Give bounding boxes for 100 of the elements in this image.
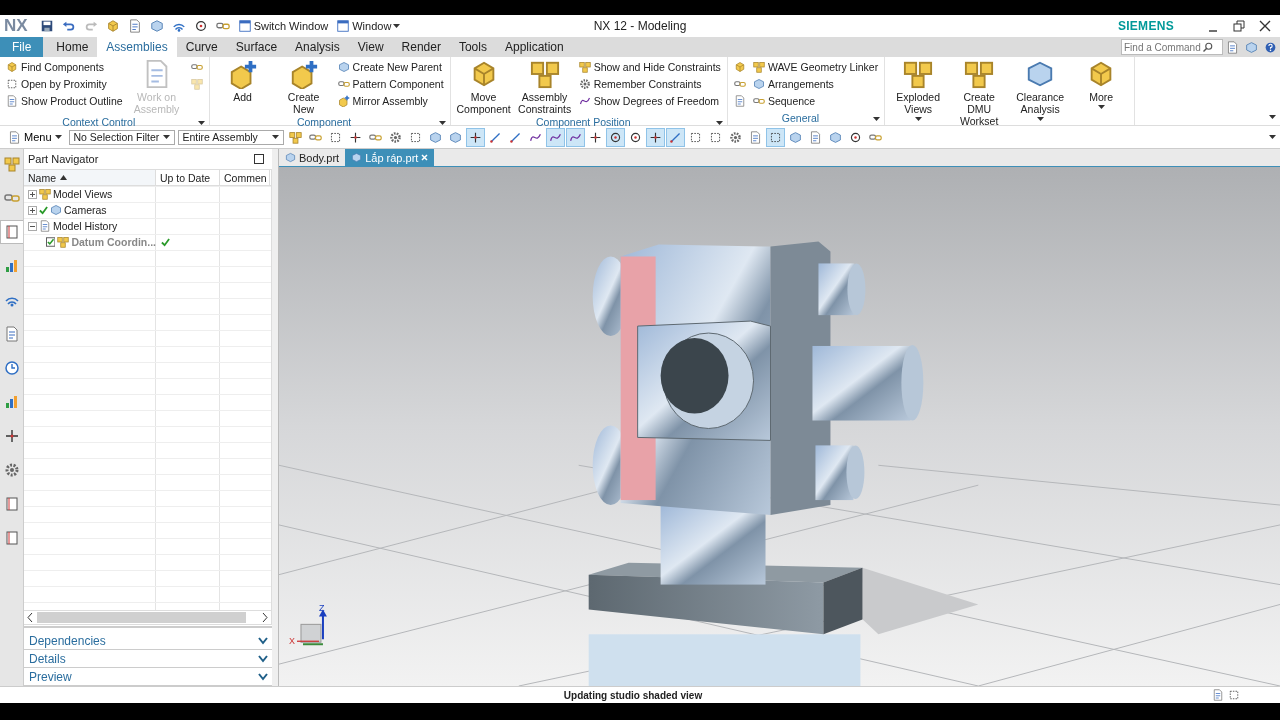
box-icon (752, 77, 765, 90)
box-icon[interactable] (448, 130, 462, 144)
ribbon-button[interactable]: Assembly Constraints (515, 58, 574, 116)
ribbon-button[interactable]: Create New Parent (335, 58, 446, 75)
command-search-field[interactable]: Find a Command (1121, 39, 1223, 55)
circle-icon[interactable] (628, 130, 642, 144)
document-icon[interactable] (733, 94, 746, 107)
app-logo: NX (4, 16, 28, 36)
scrollbar-thumb[interactable] (37, 612, 246, 623)
tree-item[interactable]: Cameras (64, 204, 107, 216)
ribbon-button[interactable]: Show Product Outline (4, 92, 125, 109)
ribbon-button[interactable]: Find Components (4, 58, 125, 75)
tree-item[interactable]: Model Views (53, 188, 113, 200)
ribbon-tab[interactable]: Assemblies (97, 37, 177, 57)
dashed-square-icon[interactable] (408, 130, 422, 144)
column-header[interactable]: Up to Date (156, 170, 220, 185)
document-icon[interactable] (1226, 40, 1239, 54)
box-icon[interactable] (828, 130, 842, 144)
bar-chart-icon[interactable] (3, 258, 20, 274)
caret-icon (914, 117, 922, 121)
ribbon-tab[interactable]: Application (495, 37, 573, 57)
ribbon-tab[interactable]: Home (47, 37, 98, 57)
line-icon[interactable] (488, 130, 502, 144)
ribbon-tab[interactable]: Curve (176, 37, 227, 57)
cube-icon (6, 60, 18, 73)
restore-icon[interactable] (1232, 19, 1246, 33)
ribbon-tab[interactable]: Tools (449, 37, 496, 57)
ribbon-button[interactable]: Create DMU Workset (950, 58, 1009, 128)
file-menu-tab[interactable]: File (0, 37, 44, 57)
book-icon[interactable] (4, 224, 20, 240)
book-icon[interactable] (3, 530, 20, 546)
column-header[interactable]: Commen (220, 170, 270, 185)
box-icon (285, 152, 296, 163)
ribbon-tab[interactable]: View (348, 37, 393, 57)
ribbon-tab[interactable]: Analysis (286, 37, 349, 57)
tree-item[interactable]: Model History (53, 220, 118, 232)
checkbox[interactable] (46, 237, 56, 247)
ribbon-button[interactable]: Pattern Component (335, 75, 446, 92)
crosshair-icon[interactable] (468, 130, 482, 144)
crosshair-icon[interactable] (348, 130, 362, 144)
dashed-square-icon[interactable] (328, 130, 342, 144)
tree-item[interactable]: Datum Coordin... (71, 236, 156, 248)
ribbon-button[interactable]: Sequence (750, 92, 881, 109)
gear-icon[interactable] (728, 130, 742, 144)
switch-window-button[interactable]: Switch Window (235, 19, 331, 33)
assembly-scope-dropdown[interactable]: Entire Assembly (177, 129, 284, 145)
ribbon-button[interactable]: Remember Constraints (576, 75, 723, 92)
ribbon-button[interactable]: Create New (274, 58, 333, 116)
window-icon (336, 19, 351, 33)
document-icon[interactable] (3, 326, 20, 342)
expand-toggle[interactable] (28, 189, 37, 199)
ribbon-button[interactable]: Move Component (454, 58, 513, 116)
document-icon[interactable] (808, 130, 822, 144)
document-icon (8, 130, 21, 144)
document-tab[interactable]: Lắp ráp.prt (345, 149, 435, 166)
circle-icon[interactable] (848, 130, 862, 144)
cube-icon[interactable] (733, 60, 746, 73)
ribbon-button[interactable]: More (1072, 58, 1131, 110)
expand-toggle[interactable] (28, 205, 37, 215)
ribbon-tab[interactable]: Render (392, 37, 450, 57)
ribbon-button[interactable]: Clearance Analysis (1011, 58, 1070, 122)
line-icon[interactable] (668, 130, 682, 144)
box-icon[interactable] (428, 130, 442, 144)
scroll-right-icon[interactable] (262, 613, 268, 622)
selection-filter-dropdown[interactable]: No Selection Filter (68, 129, 175, 145)
ribbon-button[interactable]: Arrangements (750, 75, 881, 92)
gear-icon[interactable] (3, 462, 20, 478)
ribbon-button[interactable]: WAVE Geometry Linker (750, 58, 881, 75)
menu-button[interactable]: Menu (4, 130, 66, 144)
window-menu-button[interactable]: Window (334, 19, 403, 33)
dashed-square-icon[interactable] (768, 130, 782, 144)
crosshair-icon[interactable] (648, 130, 662, 144)
circle-icon[interactable] (608, 130, 622, 144)
ribbon-button[interactable]: Exploded Views (889, 58, 948, 122)
crosshair-icon[interactable] (588, 130, 602, 144)
document-tab[interactable]: Body.prt (279, 149, 346, 166)
ribbon-tab[interactable]: Surface (226, 37, 287, 57)
clock-icon[interactable] (3, 360, 20, 376)
scroll-left-icon[interactable] (27, 613, 33, 622)
ribbon-button[interactable]: Show and Hide Constraints (576, 58, 723, 75)
ribbon-button[interactable]: Mirror Assembly (335, 92, 446, 109)
column-header[interactable]: Name (24, 170, 156, 185)
ribbon-button[interactable]: Add (213, 58, 272, 104)
bar-chart-icon[interactable] (3, 394, 20, 410)
gear-icon[interactable] (388, 130, 402, 144)
box-icon[interactable] (1245, 40, 1258, 54)
close-icon[interactable] (1258, 19, 1272, 33)
help-icon[interactable] (1264, 40, 1277, 54)
book-icon[interactable] (3, 496, 20, 512)
maximize-icon[interactable] (254, 154, 264, 164)
box-icon[interactable] (788, 130, 802, 144)
dashed-square-icon[interactable] (708, 130, 722, 144)
cubes-icon[interactable] (288, 130, 302, 144)
line-icon[interactable] (508, 130, 522, 144)
window-icon (237, 19, 252, 33)
ribbon-button[interactable]: Open by Proximity (4, 75, 125, 92)
ribbon-button[interactable]: Show Degrees of Freedom (576, 92, 723, 109)
dashed-square-icon[interactable] (688, 130, 702, 144)
collapse-toggle[interactable] (28, 221, 37, 231)
document-icon[interactable] (748, 130, 762, 144)
